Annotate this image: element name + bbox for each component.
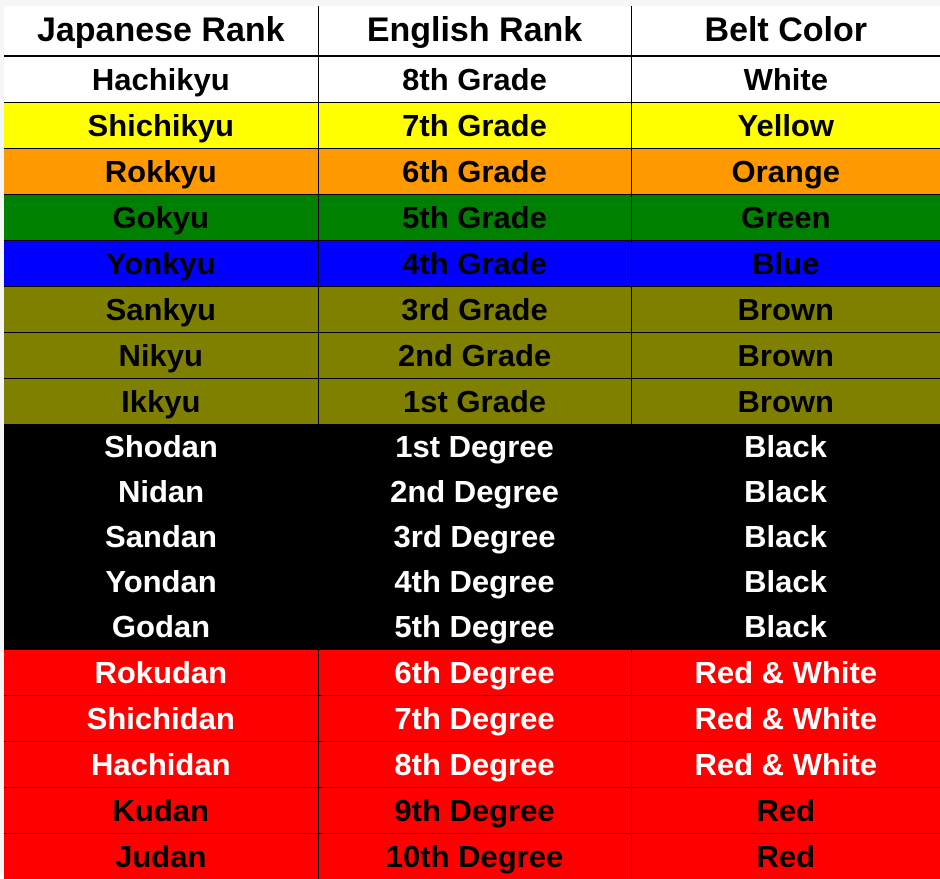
cell-belt-color: Yellow [631,103,940,149]
cell-belt-color: Red & White [631,696,940,742]
table-row: Judan10th DegreeRed [4,834,940,879]
table-row: Hachidan8th DegreeRed & White [4,742,940,788]
cell-japanese-rank: Sandan [4,514,318,559]
cell-japanese-rank: Hachikyu [4,56,318,103]
cell-belt-color: Black [631,424,940,469]
table-row: Hachikyu8th GradeWhite [4,56,940,103]
cell-japanese-rank: Gokyu [4,195,318,241]
table-row: Gokyu5th GradeGreen [4,195,940,241]
cell-japanese-rank: Sankyu [4,287,318,333]
table-row: Shichidan7th DegreeRed & White [4,696,940,742]
table-row: Nidan2nd DegreeBlack [4,469,940,514]
cell-belt-color: White [631,56,940,103]
cell-english-rank: 4th Degree [318,559,631,604]
header-belt-color: Belt Color [631,6,940,56]
cell-english-rank: 9th Degree [318,788,631,834]
header-english-rank: English Rank [318,6,631,56]
cell-japanese-rank: Nidan [4,469,318,514]
cell-japanese-rank: Shichikyu [4,103,318,149]
cell-belt-color: Red & White [631,742,940,788]
table-row: Shichikyu7th GradeYellow [4,103,940,149]
cell-english-rank: 5th Grade [318,195,631,241]
cell-japanese-rank: Rokkyu [4,149,318,195]
table-row: Shodan1st DegreeBlack [4,424,940,469]
cell-english-rank: 8th Degree [318,742,631,788]
table-row: Kudan9th DegreeRed [4,788,940,834]
cell-english-rank: 7th Degree [318,696,631,742]
table-row: Ikkyu1st GradeBrown [4,379,940,425]
cell-belt-color: Brown [631,379,940,425]
cell-belt-color: Brown [631,287,940,333]
header-row: Japanese Rank English Rank Belt Color [4,6,940,56]
cell-english-rank: 1st Degree [318,424,631,469]
cell-english-rank: 10th Degree [318,834,631,879]
table-row: Godan5th DegreeBlack [4,604,940,650]
page-frame: Japanese Rank English Rank Belt Color Ha… [0,0,940,874]
cell-belt-color: Red [631,834,940,879]
cell-english-rank: 8th Grade [318,56,631,103]
table-row: Rokudan6th DegreeRed & White [4,650,940,696]
cell-japanese-rank: Hachidan [4,742,318,788]
cell-english-rank: 6th Degree [318,650,631,696]
cell-english-rank: 2nd Grade [318,333,631,379]
cell-english-rank: 3rd Degree [318,514,631,559]
cell-belt-color: Black [631,469,940,514]
cell-japanese-rank: Ikkyu [4,379,318,425]
table-row: Yonkyu4th GradeBlue [4,241,940,287]
table-row: Sandan3rd DegreeBlack [4,514,940,559]
cell-belt-color: Black [631,514,940,559]
cell-belt-color: Brown [631,333,940,379]
cell-japanese-rank: Judan [4,834,318,879]
cell-japanese-rank: Rokudan [4,650,318,696]
cell-belt-color: Green [631,195,940,241]
cell-japanese-rank: Shodan [4,424,318,469]
header-japanese-rank: Japanese Rank [4,6,318,56]
cell-japanese-rank: Shichidan [4,696,318,742]
cell-belt-color: Red [631,788,940,834]
table-row: Nikyu2nd GradeBrown [4,333,940,379]
cell-english-rank: 6th Grade [318,149,631,195]
table-row: Rokkyu6th GradeOrange [4,149,940,195]
cell-belt-color: Red & White [631,650,940,696]
cell-japanese-rank: Yonkyu [4,241,318,287]
cell-belt-color: Black [631,559,940,604]
cell-english-rank: 4th Grade [318,241,631,287]
cell-belt-color: Orange [631,149,940,195]
cell-japanese-rank: Yondan [4,559,318,604]
cell-japanese-rank: Nikyu [4,333,318,379]
cell-english-rank: 7th Grade [318,103,631,149]
cell-english-rank: 5th Degree [318,604,631,650]
cell-english-rank: 2nd Degree [318,469,631,514]
cell-japanese-rank: Kudan [4,788,318,834]
cell-japanese-rank: Godan [4,604,318,650]
cell-belt-color: Black [631,604,940,650]
cell-belt-color: Blue [631,241,940,287]
rank-rows: Hachikyu8th GradeWhiteShichikyu7th Grade… [4,56,940,879]
table-row: Yondan4th DegreeBlack [4,559,940,604]
table-row: Sankyu3rd GradeBrown [4,287,940,333]
cell-english-rank: 1st Grade [318,379,631,425]
cell-english-rank: 3rd Grade [318,287,631,333]
belt-rank-table: Japanese Rank English Rank Belt Color Ha… [4,6,940,879]
